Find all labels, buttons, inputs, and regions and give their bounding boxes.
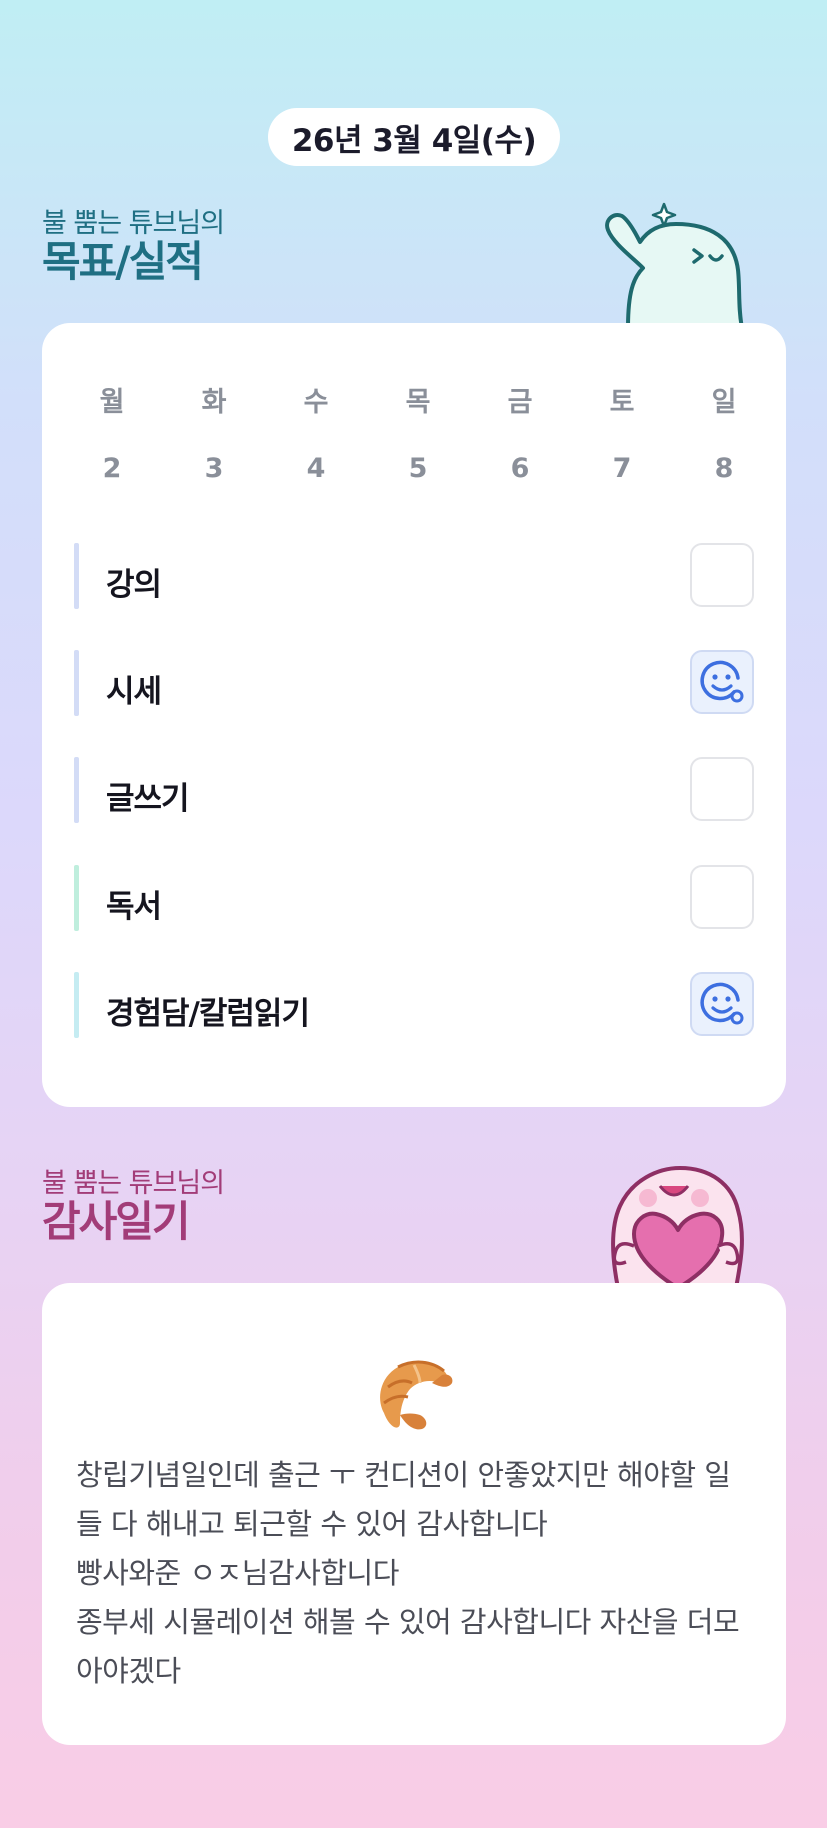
goals-title: 목표/실적 <box>42 237 204 286</box>
gratitude-card: 창립기념일인데 출근 ㅜ 컨디션이 안좋았지만 해야할 일들 다 해내고 퇴근할… <box>42 1283 786 1745</box>
date-cell[interactable]: 3 <box>163 453 265 484</box>
goal-item-experience-column: 경험담/칼럼읽기 <box>74 972 754 1040</box>
gratitude-title: 감사일기 <box>42 1197 191 1246</box>
goal-checkbox[interactable] <box>690 865 754 929</box>
heart-mascot-icon <box>611 1166 744 1286</box>
waving-mascot-icon <box>605 202 744 326</box>
weekday-tue[interactable]: 화 <box>163 380 265 419</box>
date-cell[interactable]: 7 <box>571 453 673 484</box>
goal-color-bar <box>74 757 79 823</box>
goal-checkbox[interactable] <box>690 972 754 1036</box>
goal-label: 글쓰기 <box>106 781 190 817</box>
goal-color-bar <box>74 543 79 609</box>
weekday-sun[interactable]: 일 <box>673 380 775 419</box>
gratitude-subtitle: 불 뿜는 튜브님의 <box>42 1168 225 1199</box>
smiley-face-icon <box>700 660 744 703</box>
weekday-thu[interactable]: 목 <box>367 380 469 419</box>
goal-item-market-price: 시세 <box>74 650 754 718</box>
goal-item-reading: 독서 <box>74 865 754 933</box>
goal-color-bar <box>74 972 79 1038</box>
gratitude-text: 창립기념일인데 출근 ㅜ 컨디션이 안좋았지만 해야할 일들 다 해내고 퇴근할… <box>76 1458 740 1688</box>
week-date-row: 2 3 4 5 6 7 8 <box>61 453 805 484</box>
goal-color-bar <box>74 865 79 931</box>
date-cell[interactable]: 2 <box>61 453 163 484</box>
goal-item-lecture: 강의 <box>74 543 754 611</box>
goal-label: 독서 <box>106 889 162 925</box>
goal-label: 경험담/칼럼읽기 <box>106 996 310 1032</box>
goal-label: 강의 <box>106 567 162 603</box>
weekday-mon[interactable]: 월 <box>61 380 163 419</box>
gratitude-entry-text[interactable]: 창립기념일인데 출근 ㅜ 컨디션이 안좋았지만 해야할 일들 다 해내고 퇴근할… <box>76 1451 756 1696</box>
weekday-fri[interactable]: 금 <box>469 380 571 419</box>
goals-card: 월 화 수 목 금 토 일 2 3 4 5 6 7 8 강의 시세 글쓰기 독서… <box>42 323 786 1107</box>
date-cell[interactable]: 8 <box>673 453 775 484</box>
goal-checkbox[interactable] <box>690 757 754 821</box>
goals-subtitle: 불 뿜는 튜브님의 <box>42 208 225 239</box>
goal-color-bar <box>74 650 79 716</box>
date-pill[interactable]: 26년 3월 4일(수) <box>268 108 560 166</box>
goal-label: 시세 <box>106 674 162 710</box>
weekday-wed[interactable]: 수 <box>265 380 367 419</box>
current-date: 26년 3월 4일(수) <box>291 122 537 159</box>
smiley-face-icon <box>700 982 744 1025</box>
croissant-icon <box>380 1360 453 1430</box>
week-day-row: 월 화 수 목 금 토 일 <box>61 380 805 419</box>
date-cell[interactable]: 4 <box>265 453 367 484</box>
goal-checkbox[interactable] <box>690 650 754 714</box>
date-cell[interactable]: 5 <box>367 453 469 484</box>
goals-section-title: 불 뿜는 튜브님의 목표/실적 <box>42 208 225 286</box>
goal-item-writing: 글쓰기 <box>74 757 754 825</box>
gratitude-section-title: 불 뿜는 튜브님의 감사일기 <box>42 1168 225 1246</box>
goal-checkbox[interactable] <box>690 543 754 607</box>
weekday-sat[interactable]: 토 <box>571 380 673 419</box>
date-cell[interactable]: 6 <box>469 453 571 484</box>
